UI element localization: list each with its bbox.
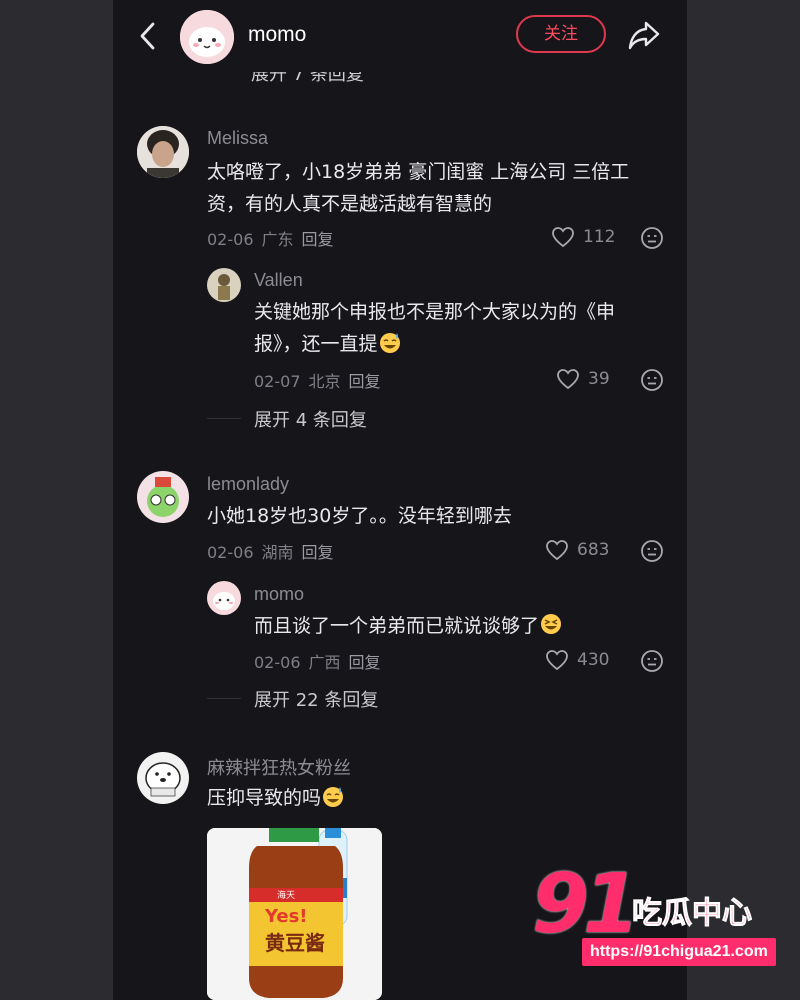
comment-text: 小她18岁也30岁了。。没年轻到哪去 <box>207 505 512 527</box>
reply-text: 关键她那个申报也不是那个大家以为的《申报》，还一直提 <box>254 296 654 360</box>
comment-text: 太咯噔了，小18岁弟弟 豪门闺蜜 上海公司 三倍工资，有的人真不是越活越有智慧的 <box>207 161 630 215</box>
avatar[interactable] <box>137 471 189 523</box>
like-count: 39 <box>588 369 610 389</box>
comment-date: 02-07 <box>254 372 301 391</box>
grin-squint-emoji <box>541 614 562 634</box>
sweat-laugh-emoji <box>379 333 400 353</box>
left-margin <box>0 0 113 1000</box>
comment-text-body: 压抑导致的吗 <box>207 787 322 809</box>
comment-location: 湖南 <box>261 543 294 562</box>
like-count: 430 <box>577 650 610 670</box>
reply-text-body: 而且谈了一个弟弟而已就说谈够了 <box>254 615 540 637</box>
comment-date: 02-06 <box>207 230 254 249</box>
comment-username[interactable]: lemonlady <box>207 474 289 495</box>
like-button[interactable]: 39 <box>556 368 610 390</box>
sweat-laugh-emoji <box>323 787 344 807</box>
reply-button[interactable]: 回复 <box>349 372 381 391</box>
reply-button[interactable]: 回复 <box>302 543 334 562</box>
watermark-logo-number: 91 <box>532 857 640 952</box>
share-icon[interactable] <box>626 18 662 52</box>
reply-text-body: 关键她那个申报也不是那个大家以为的《申报》，还一直提 <box>254 301 616 355</box>
back-arrow-icon[interactable] <box>135 20 163 52</box>
comment-username[interactable]: 麻辣拌狂热女粉丝 <box>207 754 351 780</box>
heart-icon <box>546 650 568 671</box>
right-margin <box>687 0 800 1000</box>
like-count: 683 <box>577 540 610 560</box>
comment-meta: 02-06 广东 回复 <box>207 226 342 250</box>
like-count: 112 <box>583 227 616 247</box>
like-button[interactable]: 430 <box>545 649 609 671</box>
heart-icon <box>557 369 579 390</box>
dislike-icon[interactable] <box>640 649 664 673</box>
comment-meta: 02-07 北京 回复 <box>254 368 389 392</box>
avatar[interactable] <box>137 126 189 178</box>
comment-location: 广西 <box>308 653 341 672</box>
comment-username[interactable]: Melissa <box>207 128 268 149</box>
divider <box>207 418 241 419</box>
comment-date: 02-06 <box>254 653 301 672</box>
comment-username[interactable]: Vallen <box>254 270 303 291</box>
reply-button[interactable]: 回复 <box>349 653 381 672</box>
avatar[interactable] <box>207 581 241 615</box>
dislike-icon[interactable] <box>640 368 664 392</box>
follow-button[interactable]: 关注 <box>516 15 606 53</box>
heart-icon <box>552 227 574 248</box>
product-brand: 海天 <box>277 889 295 901</box>
top-bar: momo 关注 <box>113 0 687 72</box>
avatar[interactable] <box>207 268 241 302</box>
comment-meta: 02-06 湖南 回复 <box>207 539 342 563</box>
comment-image[interactable]: 海天 Yes! 黄豆酱 <box>207 828 382 1000</box>
reply-text: 而且谈了一个弟弟而已就说谈够了 <box>254 610 654 642</box>
product-name: 黄豆酱 <box>265 931 325 955</box>
avatar[interactable] <box>180 10 234 64</box>
comment-screen: momo 关注 展开 7 条回复 Melissa 太咯噔了，小18岁弟弟 豪门闺… <box>113 0 687 1000</box>
divider <box>207 698 241 699</box>
watermark-logo-text: 吃瓜中心 <box>632 896 753 932</box>
heart-icon <box>546 540 568 561</box>
like-button[interactable]: 683 <box>545 539 609 561</box>
comment-date: 02-06 <box>207 543 254 562</box>
product-label-yes: Yes! <box>264 906 308 927</box>
comment-username[interactable]: momo <box>254 584 304 605</box>
profile-name[interactable]: momo <box>248 23 306 47</box>
expand-replies-button[interactable]: 展开 22 条回复 <box>254 686 378 712</box>
comment-text: 压抑导致的吗 <box>207 782 667 814</box>
comment-location: 北京 <box>308 372 341 391</box>
dislike-icon[interactable] <box>640 226 664 250</box>
like-button[interactable]: 112 <box>551 226 615 248</box>
avatar[interactable] <box>137 752 189 804</box>
comment-location: 广东 <box>261 230 294 249</box>
reply-button[interactable]: 回复 <box>302 230 334 249</box>
watermark-url: https://91chigua21.com <box>582 938 776 966</box>
expand-replies-button[interactable]: 展开 4 条回复 <box>254 406 367 432</box>
comment-meta: 02-06 广西 回复 <box>254 649 389 673</box>
dislike-icon[interactable] <box>640 539 664 563</box>
